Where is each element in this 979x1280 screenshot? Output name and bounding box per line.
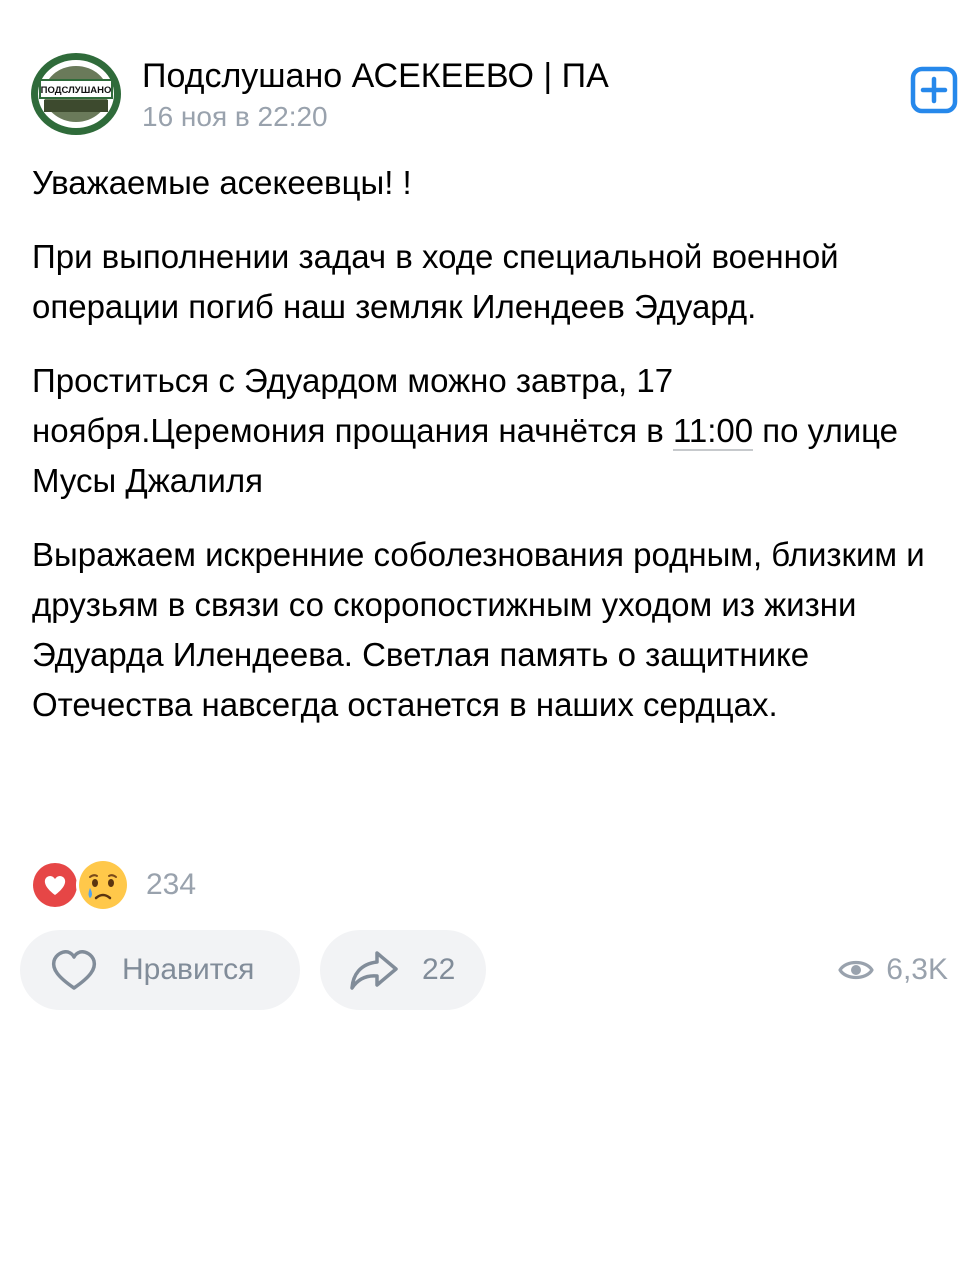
reactions-summary[interactable]: 234 — [30, 858, 196, 912]
reaction-icons — [30, 858, 132, 912]
reaction-count: 234 — [146, 868, 197, 901]
post-header: ПОДСЛУШАНО Подслушано АСЕКЕЕВО | ПА 16 н… — [30, 52, 960, 136]
post-paragraph-greeting: Уважаемые асекеевцы! ! — [32, 164, 412, 201]
avatar-banner-text: ПОДСЛУШАНО — [41, 85, 112, 96]
like-label: Нравится — [122, 953, 255, 986]
post-text: Уважаемые асекеевцы! ! При выполнении за… — [32, 158, 942, 754]
time-link[interactable]: 11:00 — [672, 412, 754, 451]
ceremony-text-start: Проститься с Эдуардом можно завтра, 17 н… — [32, 362, 674, 449]
plus-square-icon — [910, 66, 958, 114]
share-arrow-icon — [350, 951, 398, 990]
post-paragraph-condolences: Выражаем искренние соболезнования родным… — [32, 536, 925, 723]
group-name[interactable]: Подслушано АСЕКЕЕВО | ПА — [142, 56, 609, 96]
heart-outline-icon — [51, 950, 97, 990]
share-count: 22 — [422, 953, 456, 986]
subscribe-button[interactable] — [910, 66, 958, 114]
post-paragraph-ceremony: Проститься с Эдуардом можно завтра, 17 н… — [32, 356, 942, 506]
share-button[interactable]: 22 — [320, 930, 486, 1010]
eye-icon — [838, 960, 874, 980]
heart-icon — [30, 860, 80, 910]
views-counter: 6,3K — [838, 950, 948, 990]
views-count: 6,3K — [886, 953, 948, 986]
post-date[interactable]: 16 ноя в 22:20 — [142, 100, 328, 134]
like-button[interactable]: Нравится — [20, 930, 300, 1010]
crying-emoji-icon — [76, 858, 130, 912]
post-paragraph-news: При выполнении задач в ходе специальной … — [32, 238, 839, 325]
post-action-bar: Нравится 22 6,3K — [20, 930, 960, 1010]
group-avatar[interactable]: ПОДСЛУШАНО — [30, 52, 122, 136]
